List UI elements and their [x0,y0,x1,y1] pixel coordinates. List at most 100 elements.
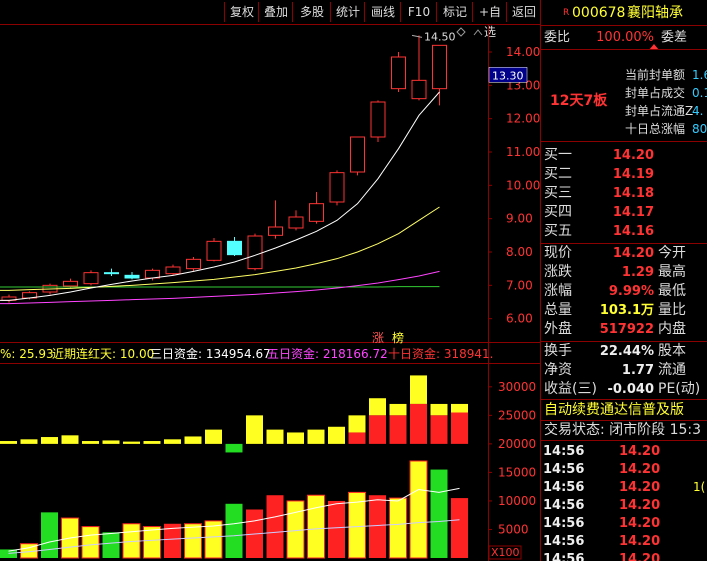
fund-lower-bar [143,526,161,559]
trade-status: 交易状态: 闭市阶段 15:3 [544,422,702,438]
fund-upper-bar-yellow [143,441,161,444]
fund-upper-bar-yellow [102,440,120,444]
fund-tick-label: 15000 [498,465,536,479]
quote-row: 总量 103.1万 量比 [541,301,707,320]
price-tick-label: 12.00 [506,112,540,126]
tick-time: 14:56 [543,444,585,459]
toolbar-button-4[interactable]: 画线 [364,2,401,22]
fund-upper-bar-yellow [410,375,427,404]
chart-svg[interactable]: 14.0013.0012.0011.0010.009.008.007.006.0… [0,24,540,561]
candle-body [63,280,78,287]
fund-upper-bar-yellow [430,403,448,416]
seal-value: 80 [692,122,707,136]
weicha-label: 委差 [661,30,688,45]
kline-chart[interactable]: 14.00 13.00 12.00 11.00 10.00 9.00 8.00 7.00 6.0… [0,24,540,561]
bid-price: 14.19 [612,167,654,182]
candle-body [186,258,201,270]
fund-upper-bar-yellow [164,439,181,444]
quote-label: 涨跌 [544,264,572,280]
tick-row[interactable]: 14:56 14.20 [541,514,707,533]
fund-lower-bar [328,500,345,558]
candle-body [145,269,160,279]
bid-row[interactable]: 买三 14.18 [541,184,707,203]
price-tick-label: 9.00 [506,212,533,226]
toolbar-button-1[interactable]: 叠加 [258,2,293,22]
indicator-legend-item: %: 25.93 [0,347,54,361]
fund-lower-bar [286,500,305,559]
fundamental-value: 22.44% [599,344,654,359]
fund-upper-bar-yellow [61,435,79,444]
tick-row[interactable]: 14:56 14.20 [541,550,707,561]
toolbar-button-5[interactable]: F10 [400,2,437,22]
quote-label: 现价 [544,245,572,261]
fund-lower-bar [81,526,100,559]
bid-row[interactable]: 买四 14.17 [541,203,707,222]
streak-label: 12天7板 [550,93,608,109]
tick-row[interactable]: 14:56 14.20 1( [541,478,707,497]
fund-lower-bar [369,495,386,558]
ad-text[interactable]: 自动续费通达信普及版 [544,401,684,420]
seal-label: 十日总涨幅 [625,122,686,136]
toolbar-button-3[interactable]: 统计 [330,2,365,22]
fund-upper-bar-red [451,412,468,444]
candle-body [83,272,99,285]
quote-value: 1.29 [621,265,654,280]
fund-lower-bar [266,495,284,558]
fundamental-label: 净资 [544,362,572,378]
quote-row: 涨幅 9.99% 最低 [541,282,707,301]
fund-upper-bar-yellow [287,432,304,444]
weibi-value: 100.00% [596,30,654,45]
fund-lower-bar [184,523,202,559]
tick-row[interactable]: 14:56 14.20 [541,496,707,515]
toolbar-button-8[interactable]: 返回 [506,2,541,22]
tick-row[interactable]: 14:56 14.20 [541,460,707,479]
tick-time: 14:56 [543,552,585,561]
tick-price: 14.20 [619,444,661,459]
candle-body [104,272,119,275]
fund-upper-bar-yellow [184,436,202,444]
tick-price: 14.20 [619,534,661,549]
ad-banner[interactable]: 自动续费通达信普及版 [541,401,707,420]
toolbar-button-7[interactable]: +自选 [472,2,507,39]
candle-body [206,240,222,261]
fund-lower-bar [225,503,243,558]
bid-row[interactable]: 买五 14.16 [541,222,707,241]
fund-upper-bar-red [430,415,448,444]
bid-row[interactable]: 买二 14.19 [541,165,707,184]
seal-row: 十日总涨幅 80 [541,120,707,139]
bid-price: 14.16 [612,224,654,239]
diamond-icon [456,27,466,37]
tick-row[interactable]: 14:56 14.20 [541,442,707,461]
event-marker: 涨 [372,330,384,345]
fund-upper-bar-yellow [266,429,284,444]
tick-time: 14:56 [543,534,585,549]
bid-row[interactable]: 买一 14.20 [541,146,707,165]
divider [541,141,707,142]
bid-label: 买一 [544,147,572,163]
price-tick-label: 14.00 [506,45,540,59]
candle-body [268,226,283,236]
fund-lower-bar [389,497,407,559]
fund-upper-bar-red [369,415,386,444]
fundamental-row: 换手 22.44% 股本 [541,342,707,361]
toolbar-button-2[interactable]: 多股 [292,2,331,22]
tick-row[interactable]: 14:56 14.20 [541,532,707,551]
quote-value: 9.99% [608,284,654,299]
tick-time: 14:56 [543,516,585,531]
tick-time: 14:56 [543,462,585,477]
chevron-up-icon [473,29,483,36]
weibi-row: 委比 100.00% 委差 [541,28,707,47]
current-price-label: 13.30 [492,69,524,82]
fund-upper-bar-yellow [205,429,222,444]
fund-upper-bar-yellow [451,403,468,413]
fund-upper-bar-red [389,415,407,444]
quote-value: 517922 [599,322,654,337]
tick-price: 14.20 [619,498,661,513]
toolbar-button-6[interactable]: 标记 [436,2,473,22]
event-marker: 榜 [392,330,404,345]
indicator-legend-item: 三日资金: 134954.67 [150,346,271,361]
toolbar-button-0[interactable]: 复权 [224,2,259,22]
price-tick-label: 8.00 [506,245,533,259]
fund-lower-bar [430,469,448,558]
seal-label: 当前封单额 [625,68,686,82]
